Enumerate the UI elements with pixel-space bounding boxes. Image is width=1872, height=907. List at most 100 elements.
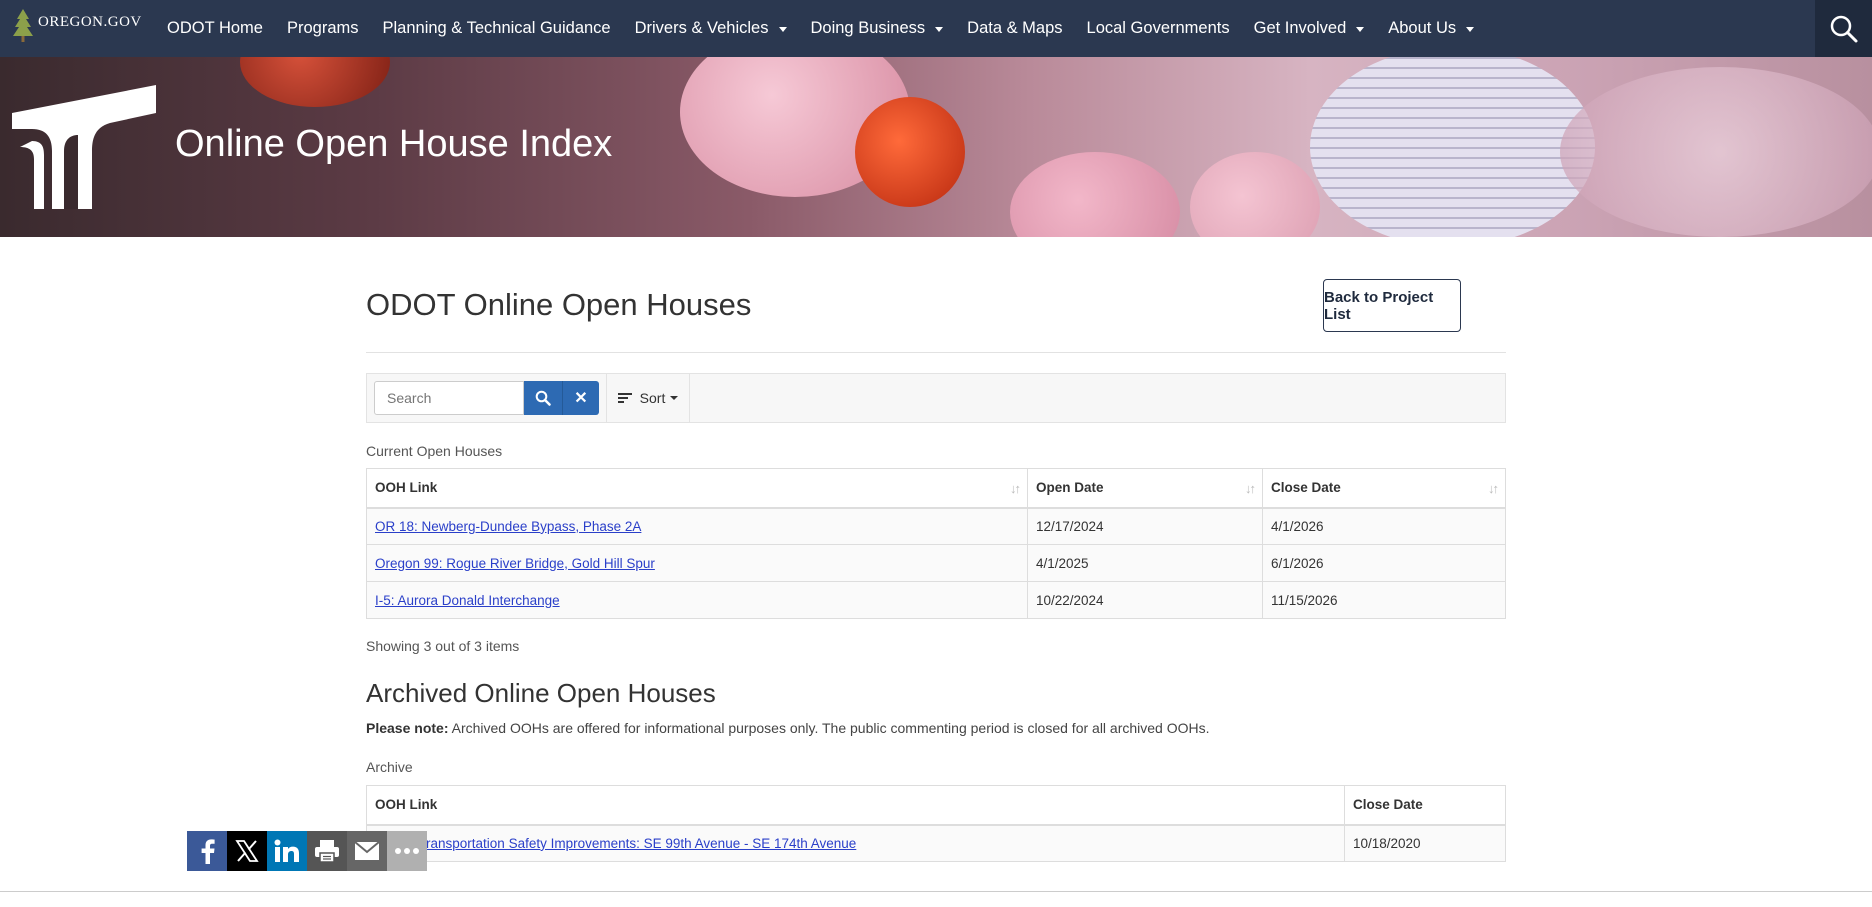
table-row: OR 18: Newberg-Dundee Bypass, Phase 2A 1… <box>366 507 1506 545</box>
x-share-button[interactable] <box>227 831 267 871</box>
page-title: ODOT Online Open Houses <box>366 287 752 322</box>
nav-local-governments[interactable]: Local Governments <box>1075 0 1242 57</box>
current-open-houses-table: OOH Link ↓↑ Open Date ↓↑ Close Date ↓↑ OR 1… <box>366 468 1506 619</box>
cell-open-date: 12/17/2024 <box>1027 507 1263 545</box>
column-header-ooh-link[interactable]: OOH Link ↓↑ <box>366 468 1028 509</box>
facebook-icon <box>201 839 215 864</box>
cell-link: I-5: Aurora Donald Interchange <box>366 581 1028 619</box>
nav-label: Planning & Technical Guidance <box>382 19 611 37</box>
banner-title: Online Open House Index <box>175 123 613 165</box>
nav-programs[interactable]: Programs <box>275 0 371 57</box>
print-icon <box>315 840 339 863</box>
share-bar <box>187 831 427 871</box>
lantern-image <box>1190 152 1320 237</box>
ooh-link[interactable]: I-5: Aurora Donald Interchange <box>375 593 560 608</box>
column-label: Close Date <box>1271 480 1341 496</box>
nav-label: About Us <box>1388 19 1457 37</box>
table-row: I-5: Aurora Donald Interchange 10/22/202… <box>366 581 1506 619</box>
column-header-open-date[interactable]: Open Date ↓↑ <box>1027 468 1263 509</box>
archive-heading: Archived Online Open Houses <box>366 678 716 708</box>
table-header-row: OOH Link ↓↑ Open Date ↓↑ Close Date ↓↑ <box>366 468 1506 509</box>
search-submit-button[interactable] <box>524 381 562 415</box>
search-icon <box>1830 15 1857 42</box>
cell-link: OR 18: Newberg-Dundee Bypass, Phase 2A <box>366 507 1028 545</box>
more-icon <box>395 848 419 854</box>
nav-label: Programs <box>286 19 359 37</box>
nav-label: Local Governments <box>1086 19 1230 37</box>
sort-arrows-icon: ↓↑ <box>1245 481 1256 496</box>
cell-close-date: 6/1/2026 <box>1262 544 1506 582</box>
caret-down-icon <box>670 396 679 400</box>
tree-icon <box>13 9 33 42</box>
back-to-project-list-button[interactable]: Back to Project List <box>1323 279 1461 332</box>
column-header-ooh-link[interactable]: OOH Link <box>366 785 1345 826</box>
email-share-button[interactable] <box>347 831 387 871</box>
blossom-image <box>1560 67 1872 237</box>
nav-label: Data & Maps <box>967 19 1063 37</box>
clear-search-button[interactable]: ✕ <box>562 381 599 415</box>
caret-down-icon <box>935 27 944 32</box>
facebook-share-button[interactable] <box>187 831 227 871</box>
cell-open-date: 10/22/2024 <box>1027 581 1263 619</box>
nav-label: Doing Business <box>810 19 926 37</box>
linkedin-share-button[interactable] <box>267 831 307 871</box>
caret-down-icon <box>1356 27 1365 32</box>
archive-table: OOH Link Close Date Powell Transportatio… <box>366 785 1506 862</box>
more-share-button[interactable] <box>387 831 427 871</box>
search-icon <box>535 390 551 406</box>
odot-logo[interactable] <box>12 85 156 209</box>
nav-planning[interactable]: Planning & Technical Guidance <box>371 0 623 57</box>
archive-caption: Archive <box>366 759 413 775</box>
nav-about-us[interactable]: About Us <box>1376 0 1486 57</box>
cell-close-date: 11/15/2026 <box>1262 581 1506 619</box>
sort-label: Sort <box>639 390 666 406</box>
print-button[interactable] <box>307 831 347 871</box>
nav-get-involved[interactable]: Get Involved <box>1242 0 1377 57</box>
note-text: Archived OOHs are offered for informatio… <box>448 720 1210 736</box>
x-icon <box>235 840 259 862</box>
nav-label: Get Involved <box>1253 19 1347 37</box>
sort-arrows-icon: ↓↑ <box>1010 481 1021 496</box>
nav-label: ODOT Home <box>167 19 263 37</box>
lantern-image <box>855 97 965 207</box>
email-icon <box>354 841 380 860</box>
cell-link: Powell Transportation Safety Improvement… <box>366 824 1345 862</box>
top-navigation: OREGON.GOV ODOT Home Programs Planning &… <box>0 0 1872 57</box>
hero-banner: Online Open House Index <box>0 57 1872 237</box>
search-input[interactable] <box>374 381 524 415</box>
ooh-link[interactable]: Powell Transportation Safety Improvement… <box>375 836 856 851</box>
column-label: OOH Link <box>375 480 438 496</box>
ooh-link[interactable]: OR 18: Newberg-Dundee Bypass, Phase 2A <box>375 519 641 534</box>
sort-button[interactable]: Sort <box>606 374 690 422</box>
column-header-close-date[interactable]: Close Date ↓↑ <box>1262 468 1506 509</box>
table-row: Powell Transportation Safety Improvement… <box>366 824 1506 862</box>
nav-data-maps[interactable]: Data & Maps <box>955 0 1074 57</box>
cell-link: Oregon 99: Rogue River Bridge, Gold Hill… <box>366 544 1028 582</box>
nav-doing-business[interactable]: Doing Business <box>799 0 956 57</box>
cell-close-date: 4/1/2026 <box>1262 507 1506 545</box>
cell-close-date: 10/18/2020 <box>1344 824 1506 862</box>
lantern-image <box>240 57 390 107</box>
table-row: Oregon 99: Rogue River Bridge, Gold Hill… <box>366 544 1506 582</box>
linkedin-icon <box>274 839 299 862</box>
cell-open-date: 4/1/2025 <box>1027 544 1263 582</box>
column-label: Open Date <box>1036 480 1104 496</box>
lantern-image <box>1010 152 1180 237</box>
nav-odot-home[interactable]: ODOT Home <box>155 0 275 57</box>
sort-arrows-icon: ↓↑ <box>1488 481 1499 496</box>
list-toolbar: ✕ Sort <box>366 373 1506 423</box>
logo-text: OREGON.GOV <box>38 13 142 30</box>
note-label: Please note: <box>366 720 449 736</box>
nav-drivers-vehicles[interactable]: Drivers & Vehicles <box>623 0 799 57</box>
footer-divider <box>0 891 1872 892</box>
close-icon: ✕ <box>574 390 588 407</box>
oregon-gov-logo[interactable]: OREGON.GOV <box>12 8 147 46</box>
ooh-link[interactable]: Oregon 99: Rogue River Bridge, Gold Hill… <box>375 556 655 571</box>
caret-down-icon <box>778 27 787 32</box>
nav-label: Drivers & Vehicles <box>634 19 769 37</box>
main-nav: ODOT Home Programs Planning & Technical … <box>155 0 1486 57</box>
site-search-button[interactable] <box>1815 0 1872 57</box>
column-header-close-date[interactable]: Close Date <box>1344 785 1506 826</box>
table-header-row: OOH Link Close Date <box>366 785 1506 826</box>
caret-down-icon <box>1466 27 1475 32</box>
